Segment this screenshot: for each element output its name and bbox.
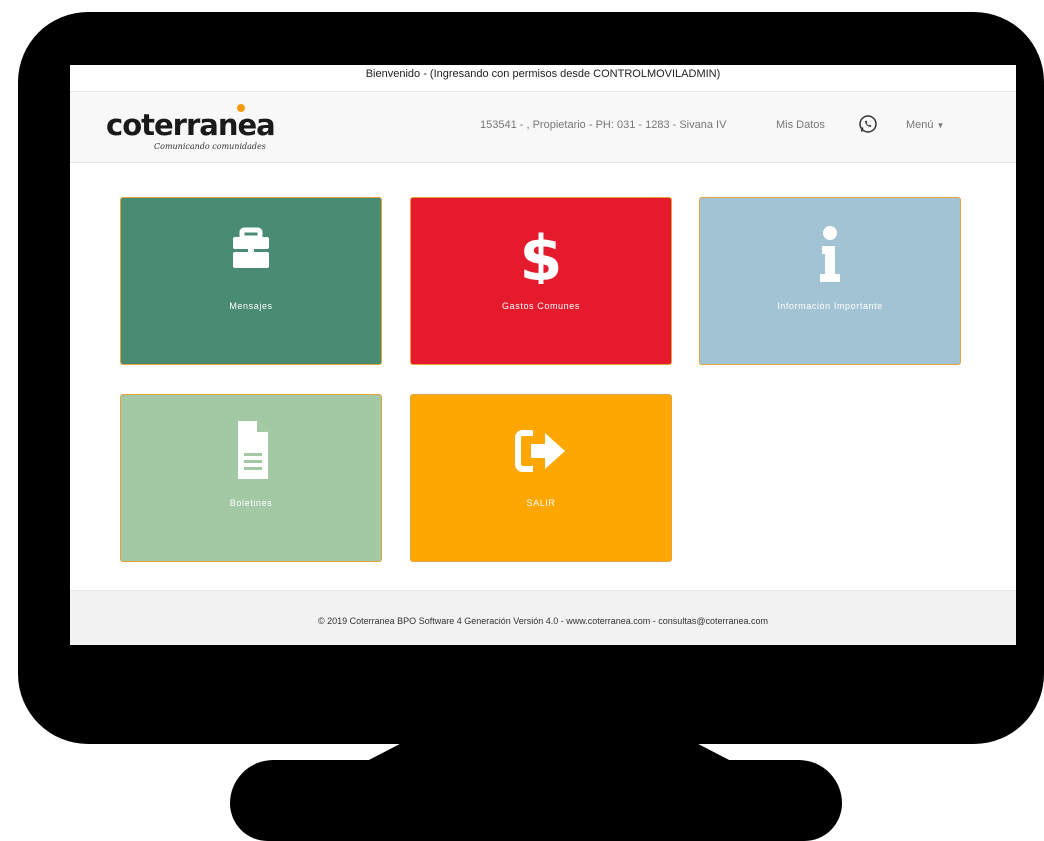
app-screen: Bienvenido - (Ingresando con permisos de… <box>70 65 1016 645</box>
tile-label: Mensajes <box>229 301 273 311</box>
tile-label: Boletines <box>229 498 273 508</box>
briefcase-icon <box>219 224 283 277</box>
tile-informacion-importante[interactable]: Información Importante <box>699 197 961 365</box>
tile-mensajes[interactable]: Mensajes <box>120 197 382 365</box>
tile-label: Información Importante <box>777 301 883 311</box>
tile-boletines[interactable]: Boletines <box>120 394 382 562</box>
info-icon <box>798 224 862 289</box>
tile-gastos-comunes[interactable]: $ Gastos Comunes <box>410 197 672 365</box>
brand-tagline: Comunicando comunidades <box>154 142 266 151</box>
monitor-stand <box>230 760 842 841</box>
brand-name: coterranea <box>106 108 276 142</box>
welcome-banner: Bienvenido - (Ingresando con permisos de… <box>70 65 1016 91</box>
mis-datos-link[interactable]: Mis Datos <box>776 119 825 131</box>
tile-label: SALIR <box>526 498 556 508</box>
footer: © 2019 Coterranea BPO Software 4 Generac… <box>70 590 1016 645</box>
whatsapp-icon[interactable] <box>858 114 878 134</box>
svg-text:$: $ <box>519 224 562 284</box>
sign-out-icon <box>509 421 573 486</box>
menu-label: Menú <box>906 119 934 131</box>
brand-logo[interactable]: coterranea Comunicando comunidades <box>106 104 276 156</box>
caret-down-icon: ▼ <box>936 121 945 130</box>
dollar-icon: $ <box>509 222 573 295</box>
tile-label: Gastos Comunes <box>502 301 580 311</box>
brand-accent-dot <box>237 104 245 112</box>
menu-dropdown[interactable]: Menú ▼ <box>906 119 944 131</box>
user-info: 153541 - , Propietario - PH: 031 - 1283 … <box>480 119 727 131</box>
document-icon <box>219 421 283 486</box>
tile-salir[interactable]: SALIR <box>410 394 672 562</box>
navbar: coterranea Comunicando comunidades 15354… <box>70 91 1016 163</box>
